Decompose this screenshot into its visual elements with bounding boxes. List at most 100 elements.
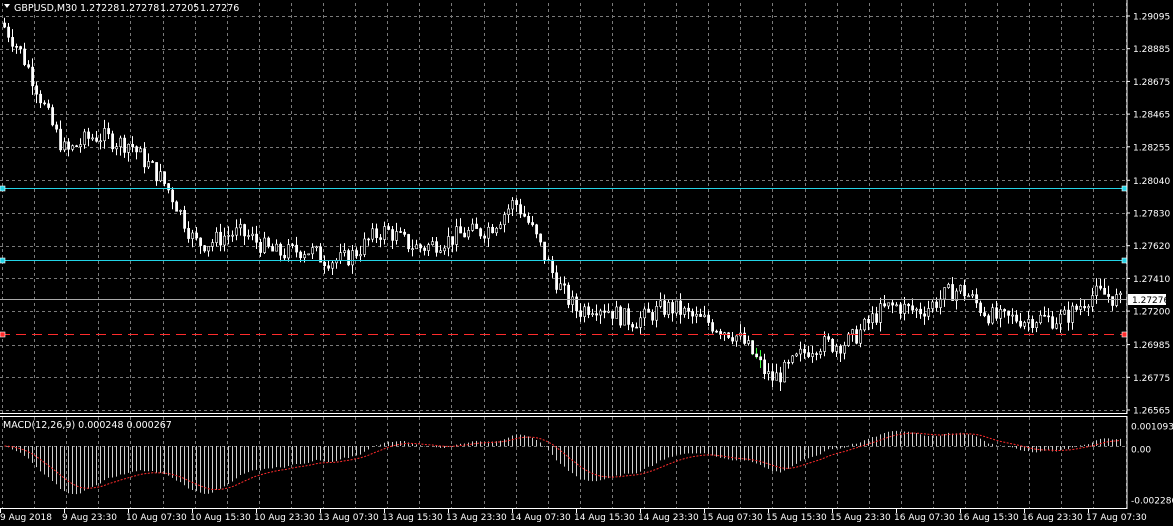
candle-body (963, 285, 967, 297)
candle-body (59, 128, 63, 151)
candle-body (935, 301, 939, 308)
macd-tick-label: 0.001093 (1131, 423, 1173, 433)
candle-body (179, 210, 183, 212)
candle-body (939, 298, 943, 308)
time-tick-label: 10 Aug 23:30 (254, 513, 315, 523)
candle-body (31, 66, 35, 87)
candle-body (363, 238, 367, 255)
candle-body (791, 355, 795, 363)
candle-body (323, 261, 327, 267)
time-tick-label: 10 Aug 07:30 (126, 513, 187, 523)
candle-body (395, 231, 399, 241)
macd-tick-label: -0.002286 (1131, 497, 1173, 507)
candle-body (11, 37, 15, 47)
candle-body (303, 254, 307, 259)
candle-body (1051, 316, 1055, 329)
ohlc-close: 1.27276 (200, 3, 239, 14)
candle-body (635, 326, 639, 329)
candle-body (755, 353, 759, 358)
candle-body (991, 307, 995, 324)
candle-body (591, 313, 595, 315)
candle-body (1015, 314, 1019, 322)
candle-body (727, 332, 731, 338)
candle-body (503, 214, 507, 226)
candle-body (703, 314, 707, 317)
candle-body (327, 265, 331, 269)
candle-body (559, 283, 563, 290)
candle-body (455, 226, 459, 245)
candle-body (631, 324, 635, 328)
candle-body (691, 311, 695, 317)
candle-body (603, 310, 607, 313)
candle-body (1007, 310, 1011, 316)
candle-body (1003, 309, 1007, 312)
candle-body (511, 200, 515, 210)
candle-body (451, 236, 455, 245)
candle-body (1079, 306, 1083, 310)
candle-body (827, 336, 831, 340)
candle-body (7, 26, 11, 38)
candle-body (3, 22, 7, 28)
support-resistance-middle-handle[interactable] (0, 257, 6, 264)
candle-body (1115, 294, 1119, 306)
candle-body (879, 303, 883, 323)
candle-body (271, 246, 275, 252)
candle-body (307, 253, 311, 256)
support-level-lower-handle[interactable] (1121, 331, 1128, 338)
trading-chart[interactable]: GBPUSD,M30 1.27228 1.27278 1.27205 1.272… (0, 0, 1173, 526)
price-tick-label: 1.26985 (1133, 341, 1170, 351)
candle-body (183, 210, 187, 229)
candle-body (771, 371, 775, 381)
candle-body (19, 46, 23, 50)
time-tick-label: 15 Aug 23:30 (830, 513, 891, 523)
candle-body (491, 226, 495, 234)
candle-body (347, 250, 351, 266)
time-tick-label: 9 Aug 23:30 (62, 513, 117, 523)
candle-body (515, 200, 519, 205)
candle-body (211, 242, 215, 247)
candle-body (659, 300, 663, 307)
candle-body (623, 308, 627, 326)
support-resistance-upper-handle[interactable] (1121, 185, 1128, 192)
candle-body (287, 244, 291, 259)
support-resistance-upper-handle[interactable] (0, 185, 6, 192)
candle-body (499, 224, 503, 229)
candle-body (1059, 313, 1063, 325)
candle-body (927, 308, 931, 317)
candle-body (375, 228, 379, 238)
candle-body (107, 128, 111, 135)
candle-body (731, 337, 735, 342)
candle-body (775, 372, 779, 381)
candle-body (975, 294, 979, 304)
candle-body (851, 329, 855, 335)
candle-body (275, 243, 279, 252)
candle-body (923, 313, 927, 317)
support-level-lower-handle[interactable] (0, 331, 6, 338)
candle-body (367, 238, 371, 241)
candle-body (943, 287, 947, 300)
time-tick-label: 14 Aug 15:30 (574, 513, 635, 523)
candle-body (799, 348, 803, 355)
candle-body (819, 351, 823, 355)
candle-body (1095, 285, 1099, 296)
time-tick-label: 16 Aug 15:30 (958, 513, 1019, 523)
candle-body (227, 235, 231, 237)
candle-body (243, 224, 247, 237)
candle-body (459, 226, 463, 234)
candle-body (947, 284, 951, 288)
candle-body (27, 64, 31, 68)
candle-body (55, 124, 59, 130)
candle-body (859, 329, 863, 344)
candle-body (803, 348, 807, 353)
candle-body (247, 235, 251, 237)
candle-body (687, 307, 691, 312)
candle-body (663, 300, 667, 315)
candle-body (483, 235, 487, 239)
support-resistance-middle-handle[interactable] (1121, 257, 1128, 264)
candle-body (311, 247, 315, 255)
candle-body (283, 254, 287, 259)
candle-body (979, 302, 983, 313)
candle-body (839, 346, 843, 354)
candle-body (279, 243, 283, 256)
candle-body (163, 171, 167, 184)
